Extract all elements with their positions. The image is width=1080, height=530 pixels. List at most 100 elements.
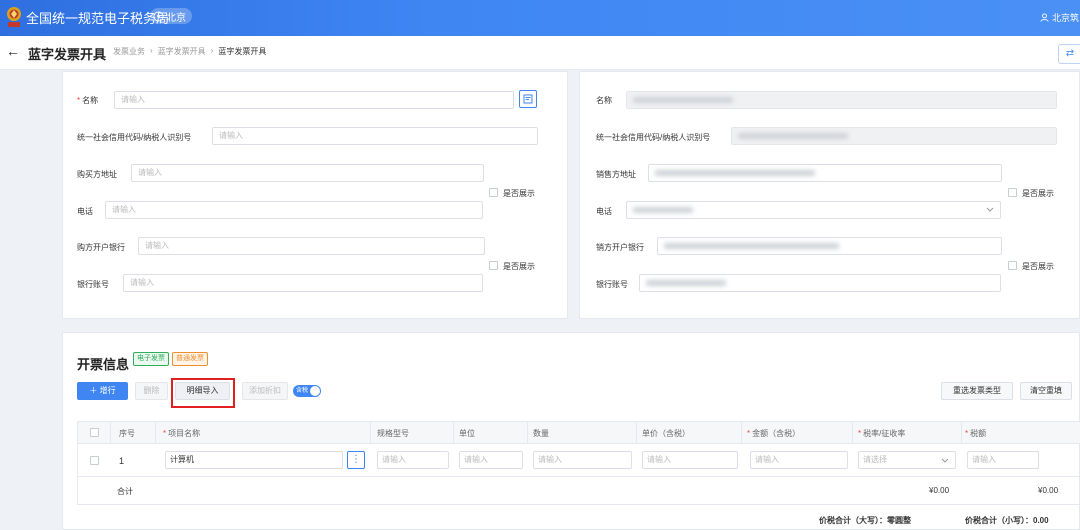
subtotal-label: 合计 (117, 487, 133, 496)
amount-input[interactable]: 请输入 (750, 451, 848, 469)
seller-show-label-2: 是否展示 (1022, 262, 1054, 271)
detail-import-button[interactable]: 明细导入 (175, 382, 230, 400)
buyer-show-label-1: 是否展示 (503, 189, 535, 198)
invoice-section-title: 开票信息 (77, 357, 130, 372)
seller-address-input[interactable] (648, 164, 1002, 182)
breadcrumb: 发票业务 › 蓝字发票开具 › 蓝字发票开具 (113, 46, 266, 57)
breadcrumb-sep: › (210, 46, 214, 55)
col-amount: * 金额（含税） (747, 429, 801, 438)
seller-name-label: 名称 (596, 96, 612, 105)
region-label: 北京 (166, 12, 186, 24)
col-item-name: * 项目名称 (163, 429, 201, 438)
buyer-show-checkbox-1[interactable] (489, 188, 498, 197)
breadcrumb-sep: › (150, 46, 153, 55)
region-selector[interactable]: 北京 (150, 8, 192, 24)
col-divider (527, 422, 528, 444)
breadcrumb-current: 蓝字发票开具 (218, 47, 267, 56)
spec-input[interactable]: 请输入 (377, 451, 449, 469)
buyer-taxid-input[interactable]: 请输入 (212, 127, 538, 145)
seller-address-label: 销售方地址 (596, 170, 636, 179)
page-title: 蓝字发票开具 (28, 47, 107, 62)
col-divider (370, 422, 371, 444)
buyer-account-label: 银行账号 (77, 280, 109, 289)
buyer-phone-input[interactable]: 请输入 (105, 201, 483, 219)
tax-emblem-icon (7, 7, 21, 27)
total-lower: 价税合计（小写）：0.00 (965, 516, 1049, 525)
buyer-bank-label: 购方开户银行 (77, 243, 125, 252)
col-spec: 规格型号 (377, 429, 409, 438)
reselect-invoice-type-button[interactable]: 重选发票类型 (941, 382, 1013, 400)
seller-show-label-1: 是否展示 (1022, 189, 1054, 198)
col-divider (453, 422, 454, 444)
row-checkbox[interactable] (90, 456, 99, 465)
item-name-input[interactable]: 计算机 (165, 451, 343, 469)
more-options-icon[interactable]: ⋮ (347, 451, 365, 469)
buyer-taxid-label: 统一社会信用代码/纳税人识别号 (77, 133, 192, 142)
row-divider (78, 476, 1080, 477)
row-seq: 1 (119, 456, 125, 466)
delete-row-button[interactable]: 删除 (135, 382, 168, 400)
total-upper: 价税合计（大写）：零圆整 (819, 516, 911, 525)
seller-phone-select[interactable] (626, 201, 1001, 219)
col-rate: * 税率/征收率 (858, 429, 906, 438)
col-qty: 数量 (533, 429, 549, 438)
tag-electronic-invoice: 电子发票 (133, 352, 169, 366)
list-icon (523, 94, 533, 104)
tag-normal-invoice: 普通发票 (172, 352, 208, 366)
buyer-lookup-button[interactable] (519, 90, 537, 108)
col-tax: * 税额 (965, 429, 987, 438)
subtotal-tax: ¥0.00 (1038, 486, 1059, 495)
clear-refill-button[interactable]: 清空重填 (1020, 382, 1072, 400)
select-all-checkbox[interactable] (90, 428, 99, 437)
back-arrow-icon[interactable]: ← (6, 43, 20, 59)
buyer-name-input[interactable]: 请输入 (114, 91, 514, 109)
seller-taxid-label: 统一社会信用代码/纳税人识别号 (596, 133, 711, 142)
buyer-bank-input[interactable]: 请输入 (138, 237, 485, 255)
col-divider (961, 422, 962, 444)
breadcrumb-item[interactable]: 发票业务 (113, 46, 145, 57)
chevron-down-icon (986, 207, 994, 212)
price-input[interactable]: 请输入 (642, 451, 738, 469)
unit-input[interactable]: 请输入 (459, 451, 523, 469)
tax-input[interactable]: 请输入 (967, 451, 1039, 469)
tax-inclusive-toggle[interactable]: 含税 (293, 385, 321, 397)
seller-account-input[interactable] (639, 274, 1001, 292)
buyer-show-label-2: 是否展示 (503, 262, 535, 271)
buyer-name-label: * 名称 (77, 96, 99, 105)
buyer-show-checkbox-2[interactable] (489, 261, 498, 270)
rate-select[interactable]: 请选择 (858, 451, 956, 469)
seller-taxid-input (731, 127, 1057, 145)
breadcrumb-item[interactable]: 蓝字发票开具 (158, 46, 206, 57)
buyer-address-input[interactable]: 请输入 (131, 164, 484, 182)
buyer-address-label: 购买方地址 (77, 170, 117, 179)
col-seq: 序号 (119, 429, 135, 438)
chevron-down-icon (941, 458, 949, 463)
user-menu[interactable]: 北京筑 (1040, 11, 1079, 24)
subtotal-amount: ¥0.00 (929, 486, 950, 495)
seller-phone-label: 电话 (596, 207, 612, 216)
col-unit: 单位 (459, 429, 475, 438)
seller-show-checkbox-1[interactable] (1008, 188, 1017, 197)
col-divider (636, 422, 637, 444)
site-brand[interactable]: 全国统一规范电子税务局 (26, 8, 169, 27)
switch-icon[interactable]: ⇄ (1058, 44, 1080, 64)
col-divider (110, 422, 111, 444)
plus-icon: ＋ (89, 386, 100, 395)
seller-name-input (626, 91, 1057, 109)
qty-input[interactable]: 请输入 (533, 451, 632, 469)
location-pin-icon (153, 10, 164, 22)
add-row-button[interactable]: ＋ 增行 (77, 382, 128, 400)
table-header (78, 422, 1080, 444)
add-discount-button[interactable]: 添加折扣 (242, 382, 288, 400)
seller-account-label: 银行账号 (596, 280, 628, 289)
seller-show-checkbox-2[interactable] (1008, 261, 1017, 270)
buyer-phone-label: 电话 (77, 207, 93, 216)
seller-bank-input[interactable] (657, 237, 1002, 255)
col-divider (852, 422, 853, 444)
buyer-account-input[interactable]: 请输入 (123, 274, 483, 292)
col-divider (741, 422, 742, 444)
user-name: 北京筑 (1052, 13, 1080, 23)
col-divider (155, 422, 156, 444)
user-icon (1040, 13, 1049, 22)
col-price: 单价（含税） (642, 429, 690, 438)
